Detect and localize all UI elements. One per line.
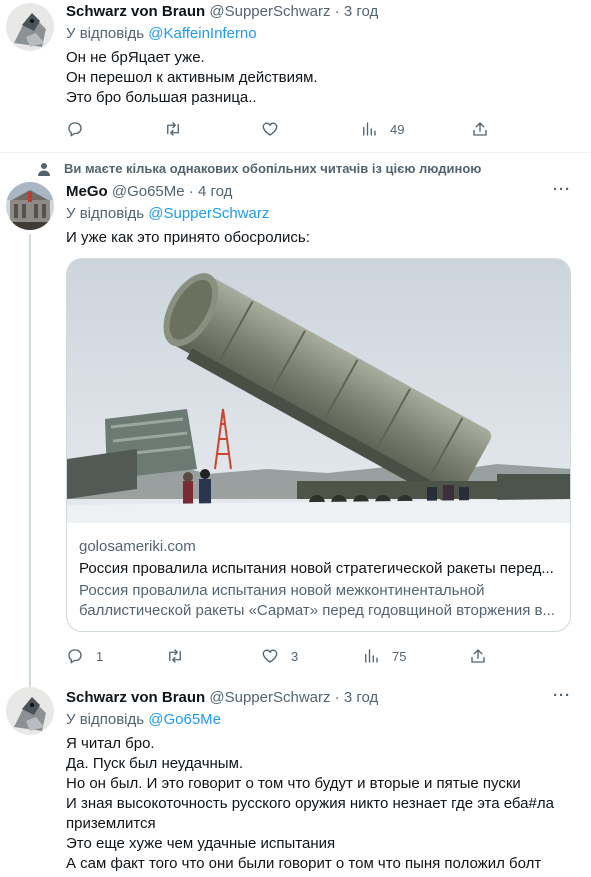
- reply-context: У відповідь @KaffeinInferno: [66, 24, 257, 44]
- separator: ·: [334, 3, 340, 20]
- views-icon: [363, 122, 376, 136]
- avatar[interactable]: [6, 687, 54, 735]
- share-button[interactable]: [469, 644, 487, 668]
- tweet-3[interactable]: Schwarz von Braun @SupperSchwarz · 3 год…: [0, 682, 591, 877]
- social-context[interactable]: Ви маєте кілька однакових обопільних чит…: [64, 161, 481, 177]
- tweet-header: Schwarz von Braun @SupperSchwarz · 3 год: [66, 2, 378, 22]
- tweet-line: Это бро большая разница..: [66, 89, 257, 106]
- more-icon[interactable]: ···: [551, 688, 573, 710]
- author-handle[interactable]: @SupperSchwarz: [209, 689, 330, 706]
- card-domain: golosameriki.com: [79, 538, 196, 555]
- tweet-line: Но он был. И это говорит о том что будут…: [66, 775, 521, 792]
- action-bar: 1 3 75: [66, 644, 566, 668]
- tweet-header: MeGo @Go65Me · 4 год: [66, 182, 232, 202]
- views-icon: [365, 649, 378, 663]
- views-button[interactable]: 75: [362, 644, 406, 668]
- tweet-line: И зная высокоточность русского оружия ни…: [66, 795, 554, 812]
- reply-prefix: У відповідь: [66, 711, 145, 728]
- share-icon: [473, 122, 487, 136]
- retweet-icon: [169, 649, 181, 663]
- author-name[interactable]: MeGo: [66, 183, 108, 200]
- author-handle[interactable]: @Go65Me: [112, 183, 185, 200]
- reply-icon: [68, 649, 82, 664]
- author-handle[interactable]: @SupperSchwarz: [209, 3, 330, 20]
- card-description: Россия провалила испытания новой межконт…: [79, 582, 485, 599]
- reply-count: 1: [96, 648, 104, 664]
- thread-line: [29, 234, 31, 688]
- tweet-line: И уже как это принято обосролись:: [66, 229, 310, 246]
- like-button[interactable]: 3: [261, 644, 298, 668]
- reply-to-link[interactable]: @SupperSchwarz: [148, 205, 269, 222]
- timestamp[interactable]: 3 год: [344, 689, 378, 706]
- reply-button[interactable]: 1: [66, 644, 103, 668]
- reply-prefix: У відповідь: [66, 205, 145, 222]
- tweet-1[interactable]: Schwarz von Braun @SupperSchwarz · 3 год…: [0, 0, 591, 152]
- views-count: 49: [390, 121, 405, 137]
- more-icon[interactable]: ···: [551, 182, 573, 204]
- like-icon: [262, 649, 278, 663]
- share-button[interactable]: [471, 117, 489, 141]
- card-title: Россия провалила испытания новой стратег…: [79, 560, 554, 577]
- tweet-line: Он перешол к активным действиям.: [66, 69, 318, 86]
- like-icon: [262, 122, 278, 136]
- reply-to-link[interactable]: @KaffeinInferno: [148, 25, 256, 42]
- avatar[interactable]: [6, 3, 54, 51]
- card-description: баллистической ракеты «Сармат» перед год…: [79, 602, 555, 619]
- avatar[interactable]: [6, 182, 54, 230]
- like-count: 3: [291, 648, 299, 664]
- card-image[interactable]: [67, 259, 571, 523]
- share-icon: [471, 649, 485, 663]
- author-name[interactable]: Schwarz von Braun: [66, 3, 205, 20]
- tweet-line: Я читал бро.: [66, 735, 155, 752]
- tweet-line: А сам факт того что они были говорит о т…: [66, 855, 542, 872]
- tweet-line: Он не брЯцает уже.: [66, 49, 205, 66]
- tweet-header: Schwarz von Braun @SupperSchwarz · 3 год: [66, 688, 378, 708]
- separator: ·: [334, 689, 340, 706]
- views-button[interactable]: 49: [360, 117, 404, 141]
- reply-context: У відповідь @Go65Me: [66, 710, 221, 730]
- reply-to-link[interactable]: @Go65Me: [148, 711, 221, 728]
- action-bar: 49: [66, 117, 566, 141]
- like-button[interactable]: [261, 117, 291, 141]
- views-count: 75: [392, 648, 407, 664]
- person-icon: [38, 163, 50, 176]
- link-card[interactable]: golosameriki.com Россия провалила испыта…: [66, 258, 571, 632]
- reply-button[interactable]: [66, 117, 96, 141]
- retweet-icon: [167, 122, 179, 136]
- reply-prefix: У відповідь: [66, 25, 145, 42]
- reply-icon: [68, 122, 82, 137]
- tweet-line: Да. Пуск был неудачным.: [66, 755, 244, 772]
- retweet-button[interactable]: [166, 644, 196, 668]
- retweet-button[interactable]: [164, 117, 194, 141]
- timestamp[interactable]: 4 год: [198, 183, 232, 200]
- author-name[interactable]: Schwarz von Braun: [66, 689, 205, 706]
- tweet-line: Это еще хуже чем удачные испытания: [66, 835, 336, 852]
- timestamp[interactable]: 3 год: [344, 3, 378, 20]
- tweet-line: приземлится: [66, 815, 156, 832]
- reply-context: У відповідь @SupperSchwarz: [66, 204, 269, 224]
- separator: ·: [188, 183, 194, 200]
